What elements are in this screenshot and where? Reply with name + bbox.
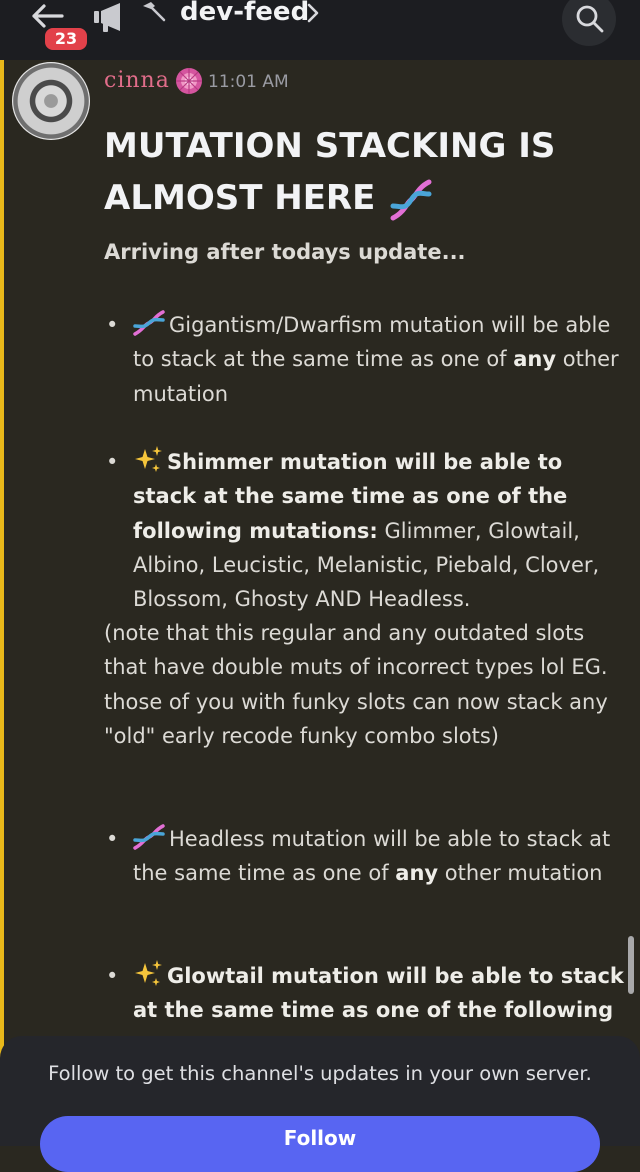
scrollbar-thumb[interactable] xyxy=(628,936,634,994)
bullet-dot: • xyxy=(106,964,119,988)
list-item: • Headless mutation will be able to stac… xyxy=(104,822,624,891)
message-title-text: MUTATION STACKING IS ALMOST HERE xyxy=(104,126,556,218)
announcement-accent-bar xyxy=(0,60,4,1139)
flower-badge-icon xyxy=(176,68,202,94)
follow-panel: Follow to get this channel's updates in … xyxy=(0,1036,640,1172)
sparkles-icon xyxy=(135,960,162,986)
author-name[interactable]: cinna xyxy=(104,68,170,93)
unread-badge: 23 xyxy=(42,25,90,53)
list-item: • Shimmer mutation will be able to stack… xyxy=(104,445,624,616)
follow-button[interactable]: Follow xyxy=(40,1116,600,1172)
channel-title[interactable]: dev-feed xyxy=(180,0,309,27)
dna-icon xyxy=(133,824,165,850)
search-button[interactable] xyxy=(562,0,616,46)
message-note: (note that this regular and any outdated… xyxy=(104,621,608,748)
bullet-dot: • xyxy=(106,313,119,337)
search-icon xyxy=(576,5,604,33)
megaphone-icon xyxy=(94,3,120,32)
hammer-icon xyxy=(143,2,166,22)
bullet-dot: • xyxy=(106,450,119,474)
dna-icon xyxy=(133,310,165,336)
message-title: MUTATION STACKING IS ALMOST HERE xyxy=(104,120,624,224)
message-subtitle: Arriving after todays update... xyxy=(104,240,466,264)
list-item: • Glowtail mutation will be able to stac… xyxy=(104,959,624,1028)
avatar[interactable] xyxy=(12,62,90,140)
message-timestamp: 11:01 AM xyxy=(208,72,289,92)
sparkles-icon xyxy=(135,446,162,472)
dna-icon xyxy=(390,179,432,220)
channel-header: 23 dev-feed xyxy=(0,0,640,60)
follow-prompt-text: Follow to get this channel's updates in … xyxy=(48,1062,592,1085)
list-item: • Gigantism/Dwarfism mutation will be ab… xyxy=(104,308,624,411)
chevron-right-icon[interactable] xyxy=(306,1,322,25)
bullet-dot: • xyxy=(106,827,119,851)
